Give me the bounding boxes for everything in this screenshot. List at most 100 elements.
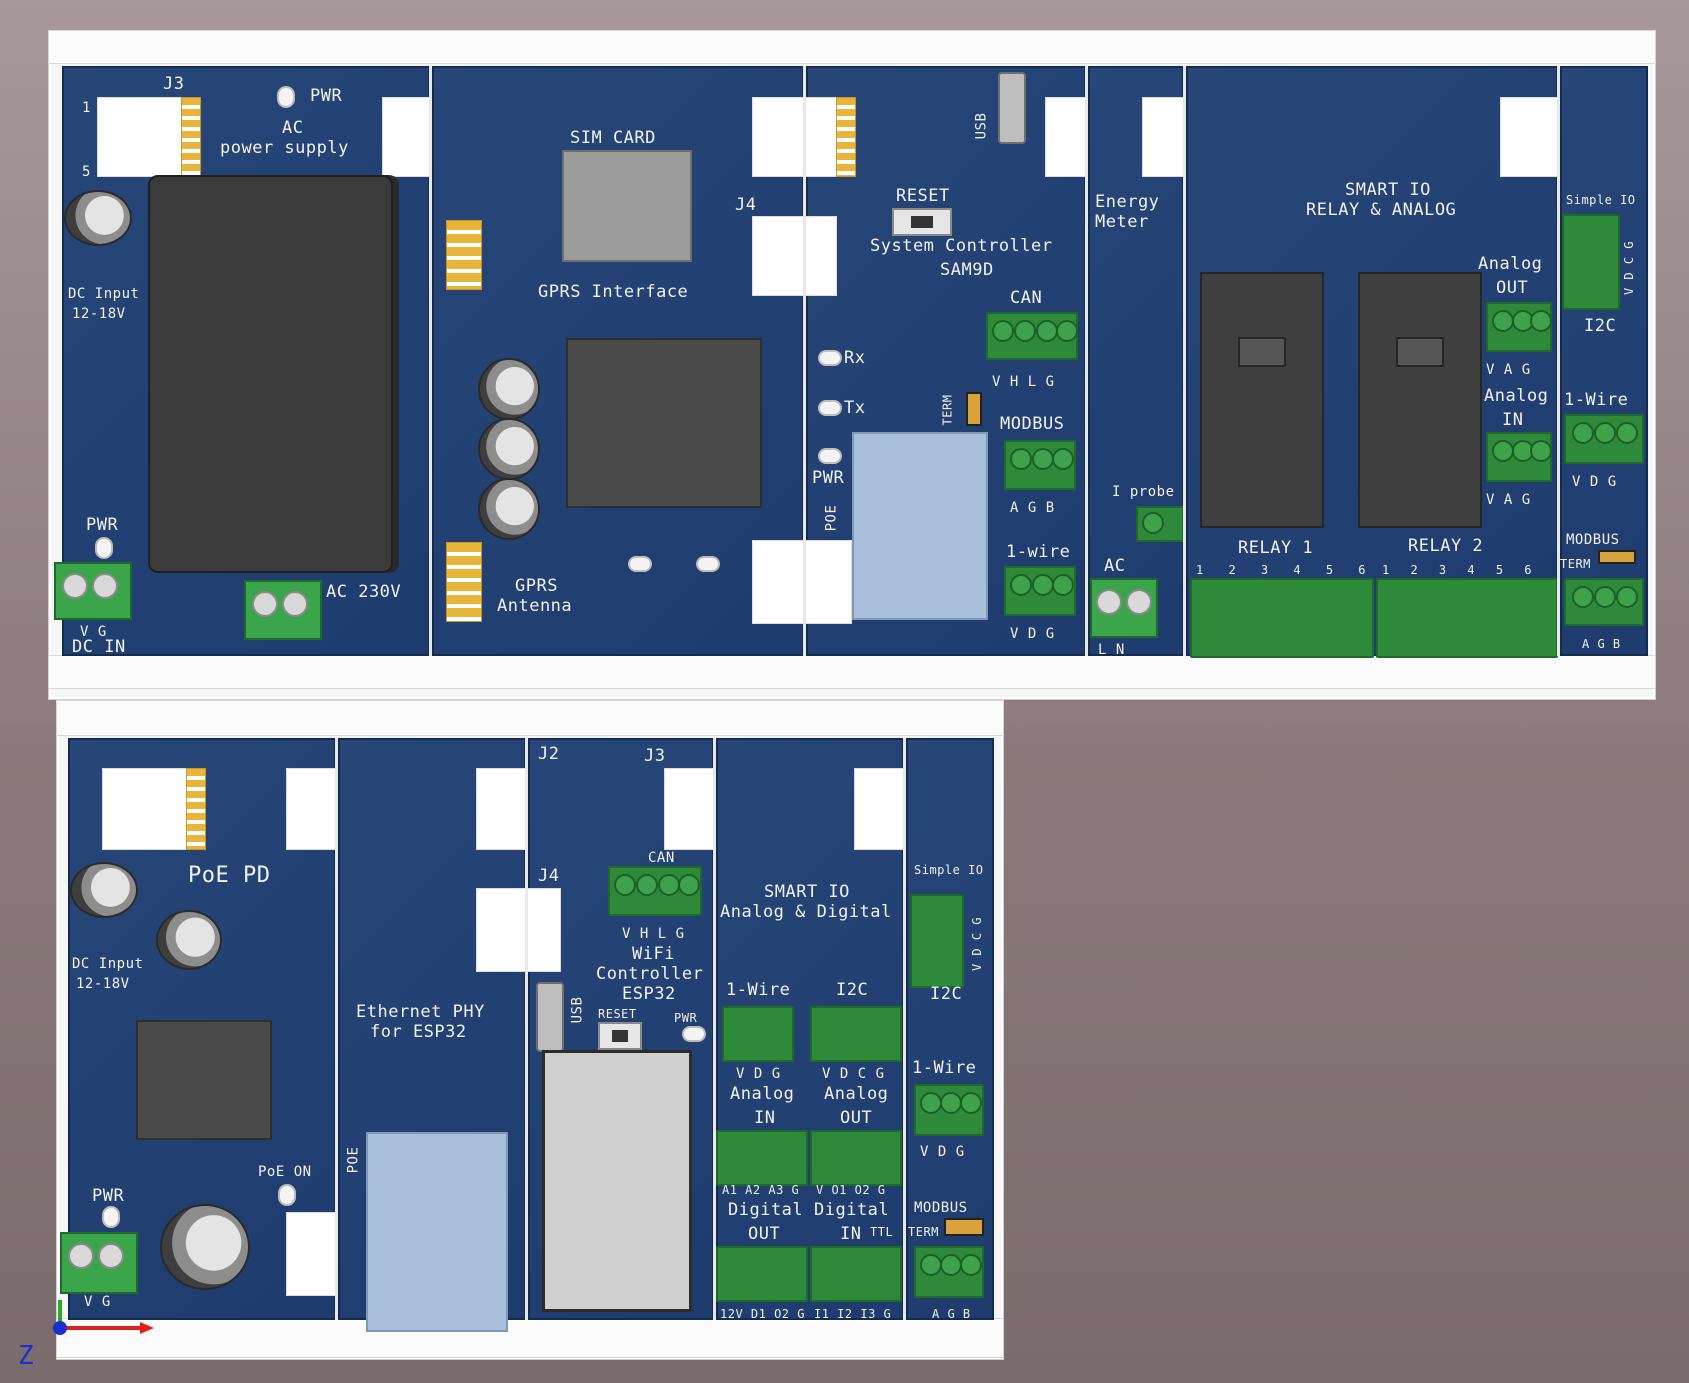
sio-i2c-terminal[interactable]	[810, 1006, 902, 1062]
relay-2-label: RELAY 2	[1408, 536, 1484, 556]
energy-iprobe-terminal[interactable]	[1136, 506, 1184, 542]
wifi-can-pins: V H L G	[622, 926, 685, 942]
relay-pin-label: 3	[1260, 563, 1269, 577]
simple-io-bottom-term-jumper[interactable]	[944, 1218, 984, 1236]
esp32-module	[542, 1050, 692, 1312]
sio-onewire-terminal[interactable]	[722, 1006, 794, 1062]
poe-dc-in-terminal[interactable]	[60, 1232, 138, 1294]
gprs-side-pins-2	[446, 542, 482, 622]
tx-led	[818, 400, 842, 416]
ctrl-term-label: TERM	[940, 394, 955, 426]
wifi-header-j4	[476, 888, 561, 972]
power-header-1-pins	[181, 97, 201, 177]
simple-io-bottom-i2c-terminal[interactable]	[910, 894, 964, 988]
sio-analog-in-terminal[interactable]	[716, 1130, 808, 1186]
power-title-line1: AC	[282, 118, 304, 138]
ctrl-poe-label: POE	[823, 504, 840, 532]
simple-io-top-onewire-terminal[interactable]	[1564, 414, 1644, 464]
ctrl-ethernet-port[interactable]	[852, 432, 988, 620]
simple-io-top-modbus-pins: A G B	[1582, 637, 1621, 651]
power-title-line2: power supply	[220, 138, 349, 158]
sio-analog-in-pins: A1 A2 A3 G	[722, 1183, 800, 1197]
top-sep-5	[1557, 66, 1560, 656]
bottom-rail-upper	[56, 700, 1004, 736]
ac-terminal[interactable]	[244, 580, 322, 640]
poe-on-label: PoE ON	[258, 1164, 312, 1180]
ctrl-usb-port[interactable]	[998, 72, 1026, 144]
simple-io-top-onewire-pins: V D G	[1572, 474, 1617, 490]
simple-io-bottom-i2c: I2C	[930, 984, 963, 1004]
gprs-antenna-line2: Antenna	[497, 596, 573, 616]
poe-dc-input-line1: DC Input	[72, 956, 144, 972]
power-dc-in-label: DC IN	[72, 637, 126, 657]
wifi-reset-button[interactable]	[598, 1022, 642, 1050]
sim-card-slot[interactable]	[562, 150, 692, 262]
relay-2-terminal[interactable]	[1376, 578, 1558, 658]
poe-cap-2	[156, 910, 222, 970]
power-pwr-led-label: PWR	[310, 86, 343, 106]
eth-poe-label: POE	[345, 1146, 362, 1174]
energy-ac-label: AC	[1104, 556, 1126, 576]
simple-io-top-i2c-terminal[interactable]	[1562, 214, 1620, 310]
ctrl-term-jumper[interactable]	[966, 392, 982, 426]
top-rail-lower	[48, 655, 1656, 689]
poe-cap-3	[160, 1204, 250, 1290]
sio-digital-in-terminal[interactable]	[810, 1246, 902, 1302]
energy-ac-terminal[interactable]	[1090, 578, 1158, 638]
ctrl-modbus-pins: A G B	[1010, 500, 1055, 516]
simple-io-bottom-modbus-terminal[interactable]	[914, 1246, 984, 1298]
ctrl-modbus-terminal[interactable]	[1004, 440, 1076, 490]
eth-rj45-port[interactable]	[366, 1132, 508, 1332]
simple-io-top-i2c-label: I2C	[1584, 316, 1617, 336]
simple-io-top-modbus: MODBUS	[1566, 532, 1620, 548]
ctrl-tx-label: Tx	[844, 398, 866, 418]
wifi-title-line2: Controller	[596, 964, 704, 984]
rx-led	[818, 350, 842, 366]
relay-1	[1200, 272, 1324, 528]
sio-digital-out-pins: 12V D1 O2 G	[720, 1307, 805, 1321]
wifi-pwr-led	[682, 1026, 706, 1042]
gprs-antenna-line1: GPRS	[515, 576, 558, 596]
simple-io-top-term-jumper[interactable]	[1598, 550, 1636, 564]
simple-io-top-term: TERM	[1560, 557, 1591, 571]
ctrl-rx-label: Rx	[844, 348, 866, 368]
relay-analog-out-pins: V A G	[1486, 362, 1531, 378]
top-sep-3	[1085, 66, 1088, 656]
relay-analog-in-terminal[interactable]	[1486, 432, 1552, 482]
dc-in-terminal[interactable]	[54, 562, 132, 620]
sio-analog-out-line1: Analog	[824, 1084, 889, 1104]
wifi-usb-port[interactable]	[536, 982, 564, 1052]
gprs-cap-2	[478, 418, 540, 480]
ctrl-can-terminal[interactable]	[986, 312, 1078, 360]
pin5-label: 5	[82, 164, 91, 180]
relay-analog-out-terminal[interactable]	[1486, 302, 1552, 352]
relay-pin-label: 1	[1196, 563, 1204, 577]
relay-1-terminal[interactable]	[1190, 578, 1374, 658]
simple-io-top-onewire: 1-Wire	[1564, 390, 1629, 410]
top-rail-upper	[48, 30, 1656, 64]
relay-pin-label: 5	[1495, 563, 1504, 577]
wifi-can-label: CAN	[648, 850, 675, 866]
simple-io-bottom-onewire-terminal[interactable]	[914, 1084, 984, 1136]
ctrl-reset-button[interactable]	[892, 208, 952, 236]
gprs-led-2	[696, 556, 720, 572]
sio-digital-out-terminal[interactable]	[716, 1246, 808, 1302]
ctrl-reset-label: RESET	[896, 186, 950, 206]
sio-digital-out-line2: OUT	[748, 1224, 781, 1244]
ac-transformer	[148, 175, 393, 573]
relay-1-label: RELAY 1	[1238, 538, 1314, 558]
simple-io-bottom-modbus: MODBUS	[914, 1200, 968, 1216]
poe-title: PoE PD	[188, 863, 271, 888]
relay-pin-label: 3	[1438, 563, 1447, 577]
poe-header-1-pins	[186, 768, 206, 850]
simple-io-top-modbus-terminal[interactable]	[1564, 578, 1644, 626]
ctrl-onewire-terminal[interactable]	[1004, 566, 1076, 616]
relay-1-pin-labels: 1 2 3 4 5 6	[1196, 560, 1366, 580]
gprs-sim-card-label: SIM CARD	[570, 128, 656, 148]
eth-title-line2: for ESP32	[370, 1022, 467, 1042]
simple-io-bottom-term: TERM	[908, 1225, 939, 1239]
wifi-can-terminal[interactable]	[608, 866, 702, 916]
pin1-label: 1	[82, 100, 91, 116]
relay-title-line1: SMART IO	[1345, 180, 1431, 200]
sio-analog-out-terminal[interactable]	[810, 1130, 902, 1186]
